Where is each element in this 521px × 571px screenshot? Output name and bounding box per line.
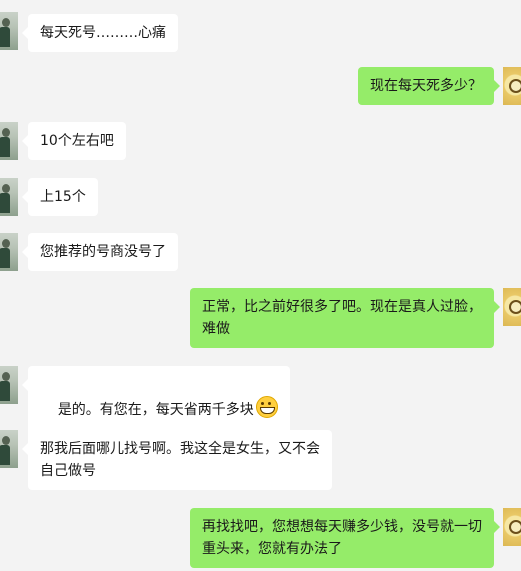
- chat-message: 每天死号………心痛: [0, 12, 521, 52]
- chat-message: 那我后面哪儿找号啊。我这全是女生，又不会 自己做号: [0, 430, 521, 492]
- message-bubble: 上15个: [22, 178, 98, 216]
- chat-message: 您推荐的号商没号了: [0, 233, 521, 273]
- message-bubble: 每天死号………心痛: [22, 14, 178, 52]
- chat-message: 再找找吧，您想想每天赚多少钱，没号就一切 重头来，您就有办法了: [0, 508, 521, 570]
- self-avatar[interactable]: [503, 508, 521, 546]
- chat-message: 是的。有您在，每天省两千多块: [0, 366, 521, 451]
- message-bubble: 正常，比之前好很多了吧。现在是真人过脸， 难做: [190, 288, 500, 348]
- contact-avatar[interactable]: [0, 12, 18, 50]
- contact-avatar[interactable]: [0, 122, 18, 160]
- message-bubble: 现在每天死多少？: [358, 67, 500, 105]
- self-avatar[interactable]: [503, 288, 521, 326]
- message-bubble: 那我后面哪儿找号啊。我这全是女生，又不会 自己做号: [22, 430, 332, 490]
- contact-avatar[interactable]: [0, 178, 18, 216]
- message-bubble: 10个左右吧: [22, 122, 126, 160]
- chat-message: 上15个: [0, 178, 521, 218]
- chat-message: 10个左右吧: [0, 122, 521, 162]
- message-text: 是的。有您在，每天省两千多块: [57, 402, 254, 418]
- message-bubble: 您推荐的号商没号了: [22, 233, 178, 271]
- chat-message: 现在每天死多少？: [0, 67, 521, 107]
- grin-emoji-icon: [255, 396, 278, 418]
- message-bubble: 再找找吧，您想想每天赚多少钱，没号就一切 重头来，您就有办法了: [190, 508, 500, 568]
- contact-avatar[interactable]: [0, 233, 18, 271]
- chat-message: 正常，比之前好很多了吧。现在是真人过脸， 难做: [0, 288, 521, 350]
- contact-avatar[interactable]: [0, 366, 18, 404]
- self-avatar[interactable]: [503, 67, 521, 105]
- contact-avatar[interactable]: [0, 430, 18, 468]
